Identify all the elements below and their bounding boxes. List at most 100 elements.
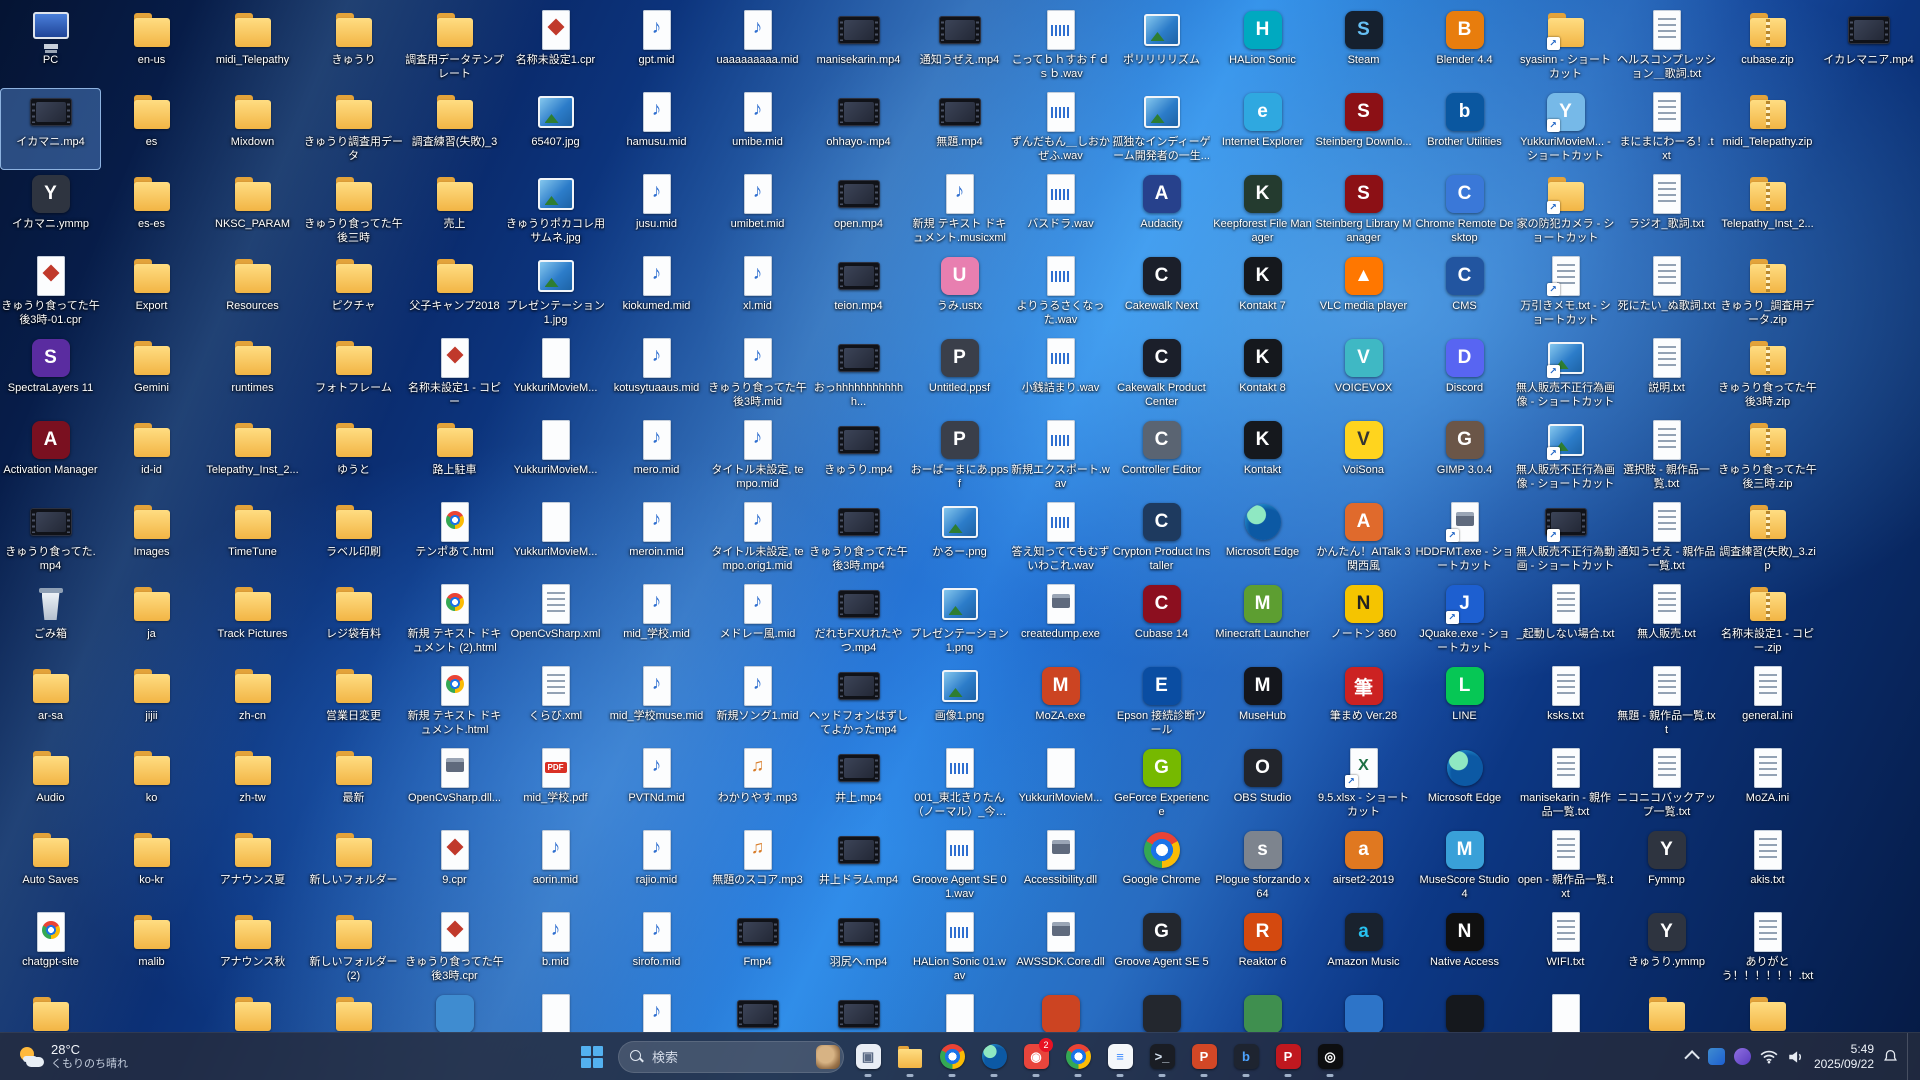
desktop-icon[interactable]: ニコニコバックアップ一覧.txt	[1616, 744, 1717, 826]
desktop-icon[interactable]: きゅうり食ってた午後三時.zip	[1717, 416, 1818, 498]
desktop-icon[interactable]: CCakewalk Product Center	[1111, 334, 1212, 416]
desktop-icon[interactable]: 路上駐車	[404, 416, 505, 498]
desktop-icon[interactable]: タイトル未設定, tempo.orig1.mid	[707, 498, 808, 580]
desktop-icon[interactable]: umibe.mid	[707, 88, 808, 170]
desktop-icon[interactable]: sPlogue sforzando x64	[1212, 826, 1313, 908]
desktop-icon[interactable]: きゅうり食ってた午後3時.zip	[1717, 334, 1818, 416]
desktop-icon[interactable]: bBrother Utilities	[1414, 88, 1515, 170]
desktop-icon[interactable]: zh-cn	[202, 662, 303, 744]
desktop-icon[interactable]: メドレー風.mid	[707, 580, 808, 662]
tray-chevron-up-icon[interactable]	[1684, 1050, 1700, 1066]
desktop-icon[interactable]: 通知うぜえ.mp4	[909, 6, 1010, 88]
desktop-icon[interactable]: きゅうり食ってた午後三時	[303, 170, 404, 252]
desktop-icon[interactable]: open.mp4	[808, 170, 909, 252]
desktop-icon[interactable]: AWSSDK.Core.dll	[1010, 908, 1111, 990]
desktop-icon[interactable]: TimeTune	[202, 498, 303, 580]
desktop-icon[interactable]: GGroove Agent SE 5	[1111, 908, 1212, 990]
desktop-icon[interactable]: jusu.mid	[606, 170, 707, 252]
desktop-icon[interactable]: AAudacity	[1111, 170, 1212, 252]
desktop-icon[interactable]: ▲VLC media player	[1313, 252, 1414, 334]
desktop-icon[interactable]: Google Chrome	[1111, 826, 1212, 908]
desktop-icon[interactable]: Telepathy_Inst_2...	[202, 416, 303, 498]
desktop-icon[interactable]: 調査用データテンプレート	[404, 6, 505, 88]
desktop-icon[interactable]: OpenCvSharp.dll...	[404, 744, 505, 826]
desktop-icon[interactable]: es	[101, 88, 202, 170]
desktop-icon[interactable]: _起動しない場合.txt	[1515, 580, 1616, 662]
desktop-icon[interactable]: KKontakt 8	[1212, 334, 1313, 416]
desktop-icon[interactable]: xl.mid	[707, 252, 808, 334]
desktop-icon[interactable]: cubase.zip	[1717, 6, 1818, 88]
desktop-icon[interactable]: だれもFXUれたやつ.mp4	[808, 580, 909, 662]
wifi-icon[interactable]	[1760, 1050, 1778, 1064]
desktop-icon[interactable]: ko-kr	[101, 826, 202, 908]
desktop-icon[interactable]: umibet.mid	[707, 170, 808, 252]
desktop-icon[interactable]	[1717, 990, 1818, 1032]
desktop-icon[interactable]: きゅうり食ってた午後3時.mid	[707, 334, 808, 416]
taskbar-icon-microsoft-edge[interactable]	[974, 1035, 1014, 1079]
taskbar-icon-browser-profile[interactable]	[1058, 1035, 1098, 1079]
desktop-icon[interactable]: アナウンス秋	[202, 908, 303, 990]
desktop-icon[interactable]: chatgpt-site	[0, 908, 101, 990]
desktop-icon[interactable]: ↗syasinn - ショートカット	[1515, 6, 1616, 88]
desktop-icon[interactable]: SSteinberg Downlo...	[1313, 88, 1414, 170]
desktop-icon[interactable]: Mixdown	[202, 88, 303, 170]
desktop-icon[interactable]: 新規 テキスト ドキュメント (2).html	[404, 580, 505, 662]
taskbar-icon-file-explorer[interactable]	[890, 1035, 930, 1079]
desktop-icon[interactable]: フォトフレーム	[303, 334, 404, 416]
tray-app-icon-1[interactable]	[1708, 1048, 1725, 1065]
desktop-icon[interactable]: 無人販売.txt	[1616, 580, 1717, 662]
desktop-icon[interactable]: eInternet Explorer	[1212, 88, 1313, 170]
desktop-icon[interactable]: 新規 テキスト ドキュメント.musicxml	[909, 170, 1010, 252]
desktop-icon[interactable]: MMuseHub	[1212, 662, 1313, 744]
desktop-icon[interactable]: ar-sa	[0, 662, 101, 744]
desktop-icon[interactable]: midi_Telepathy.zip	[1717, 88, 1818, 170]
desktop-icon[interactable]: 名称未設定1 - コピー.zip	[1717, 580, 1818, 662]
desktop-icon[interactable]: Images	[101, 498, 202, 580]
desktop-icon[interactable]: ヘルスコンプレッション＿歌詞.txt	[1616, 6, 1717, 88]
desktop-icon[interactable]	[404, 990, 505, 1032]
desktop-icon[interactable]: Microsoft Edge	[1414, 744, 1515, 826]
desktop-icon[interactable]	[1010, 990, 1111, 1032]
desktop-icon[interactable]: ksks.txt	[1515, 662, 1616, 744]
desktop-icon[interactable]: タイトル未設定, tempo.mid	[707, 416, 808, 498]
desktop-icon[interactable]: Export	[101, 252, 202, 334]
desktop-icon[interactable]: gpt.mid	[606, 6, 707, 88]
desktop-icon[interactable]: CCakewalk Next	[1111, 252, 1212, 334]
desktop-icon[interactable]: Yイカマニ.ymmp	[0, 170, 101, 252]
taskbar-icon-presentation-app[interactable]: P	[1184, 1035, 1224, 1079]
desktop-icon[interactable]: general.ini	[1717, 662, 1818, 744]
desktop-icon[interactable]: イカレマニア.mp4	[1818, 6, 1919, 88]
search-box[interactable]: 検索	[618, 1041, 844, 1073]
desktop-icon[interactable]: 選択肢 - 親作品一覧.txt	[1616, 416, 1717, 498]
desktop-icon[interactable]: kiokumed.mid	[606, 252, 707, 334]
desktop-icon[interactable]: きゅうり食ってた.mp4	[0, 498, 101, 580]
desktop-icon[interactable]: sirofo.mid	[606, 908, 707, 990]
desktop-icon[interactable]: es-es	[101, 170, 202, 252]
desktop-icon[interactable]: SSteam	[1313, 6, 1414, 88]
desktop-icon[interactable]: イカマニ.mp4	[0, 88, 101, 170]
taskbar-clock[interactable]: 5:49 2025/09/22	[1814, 1042, 1874, 1072]
desktop-icon[interactable]: きゅうり食ってた午後3時-01.cpr	[0, 252, 101, 334]
desktop-icon[interactable]: RReaktor 6	[1212, 908, 1313, 990]
desktop-icon[interactable]: 筆筆まめ Ver.28	[1313, 662, 1414, 744]
desktop-icon[interactable]: 死にたい_ぬ歌詞.txt	[1616, 252, 1717, 334]
desktop-icon[interactable]: 新規 テキスト ドキュメント.html	[404, 662, 505, 744]
desktop-icon[interactable]: MMuseScore Studio 4	[1414, 826, 1515, 908]
desktop-icon[interactable]	[1111, 990, 1212, 1032]
desktop-icon[interactable]: 65407.jpg	[505, 88, 606, 170]
desktop-icon[interactable]	[0, 990, 101, 1032]
desktop-icon[interactable]: Fmp4	[707, 908, 808, 990]
desktop-icon[interactable]: よりうるさくなった.wav	[1010, 252, 1111, 334]
desktop-icon[interactable]: 最新	[303, 744, 404, 826]
desktop-icon[interactable]: 名称未設定1 - コピー	[404, 334, 505, 416]
desktop-icon[interactable]: DDiscord	[1414, 334, 1515, 416]
desktop-icon[interactable]: Audio	[0, 744, 101, 826]
desktop-icon[interactable]: VVoiSona	[1313, 416, 1414, 498]
desktop-icon[interactable]: 無題.mp4	[909, 88, 1010, 170]
desktop-icon[interactable]: ↗家の防犯カメラ - ショートカット	[1515, 170, 1616, 252]
desktop-icon[interactable]: 調査練習(失敗)_3	[404, 88, 505, 170]
desktop-icon[interactable]: Microsoft Edge	[1212, 498, 1313, 580]
desktop-icon[interactable]	[1414, 990, 1515, 1032]
show-desktop-button[interactable]	[1907, 1033, 1912, 1080]
desktop-icon[interactable]	[1515, 990, 1616, 1032]
